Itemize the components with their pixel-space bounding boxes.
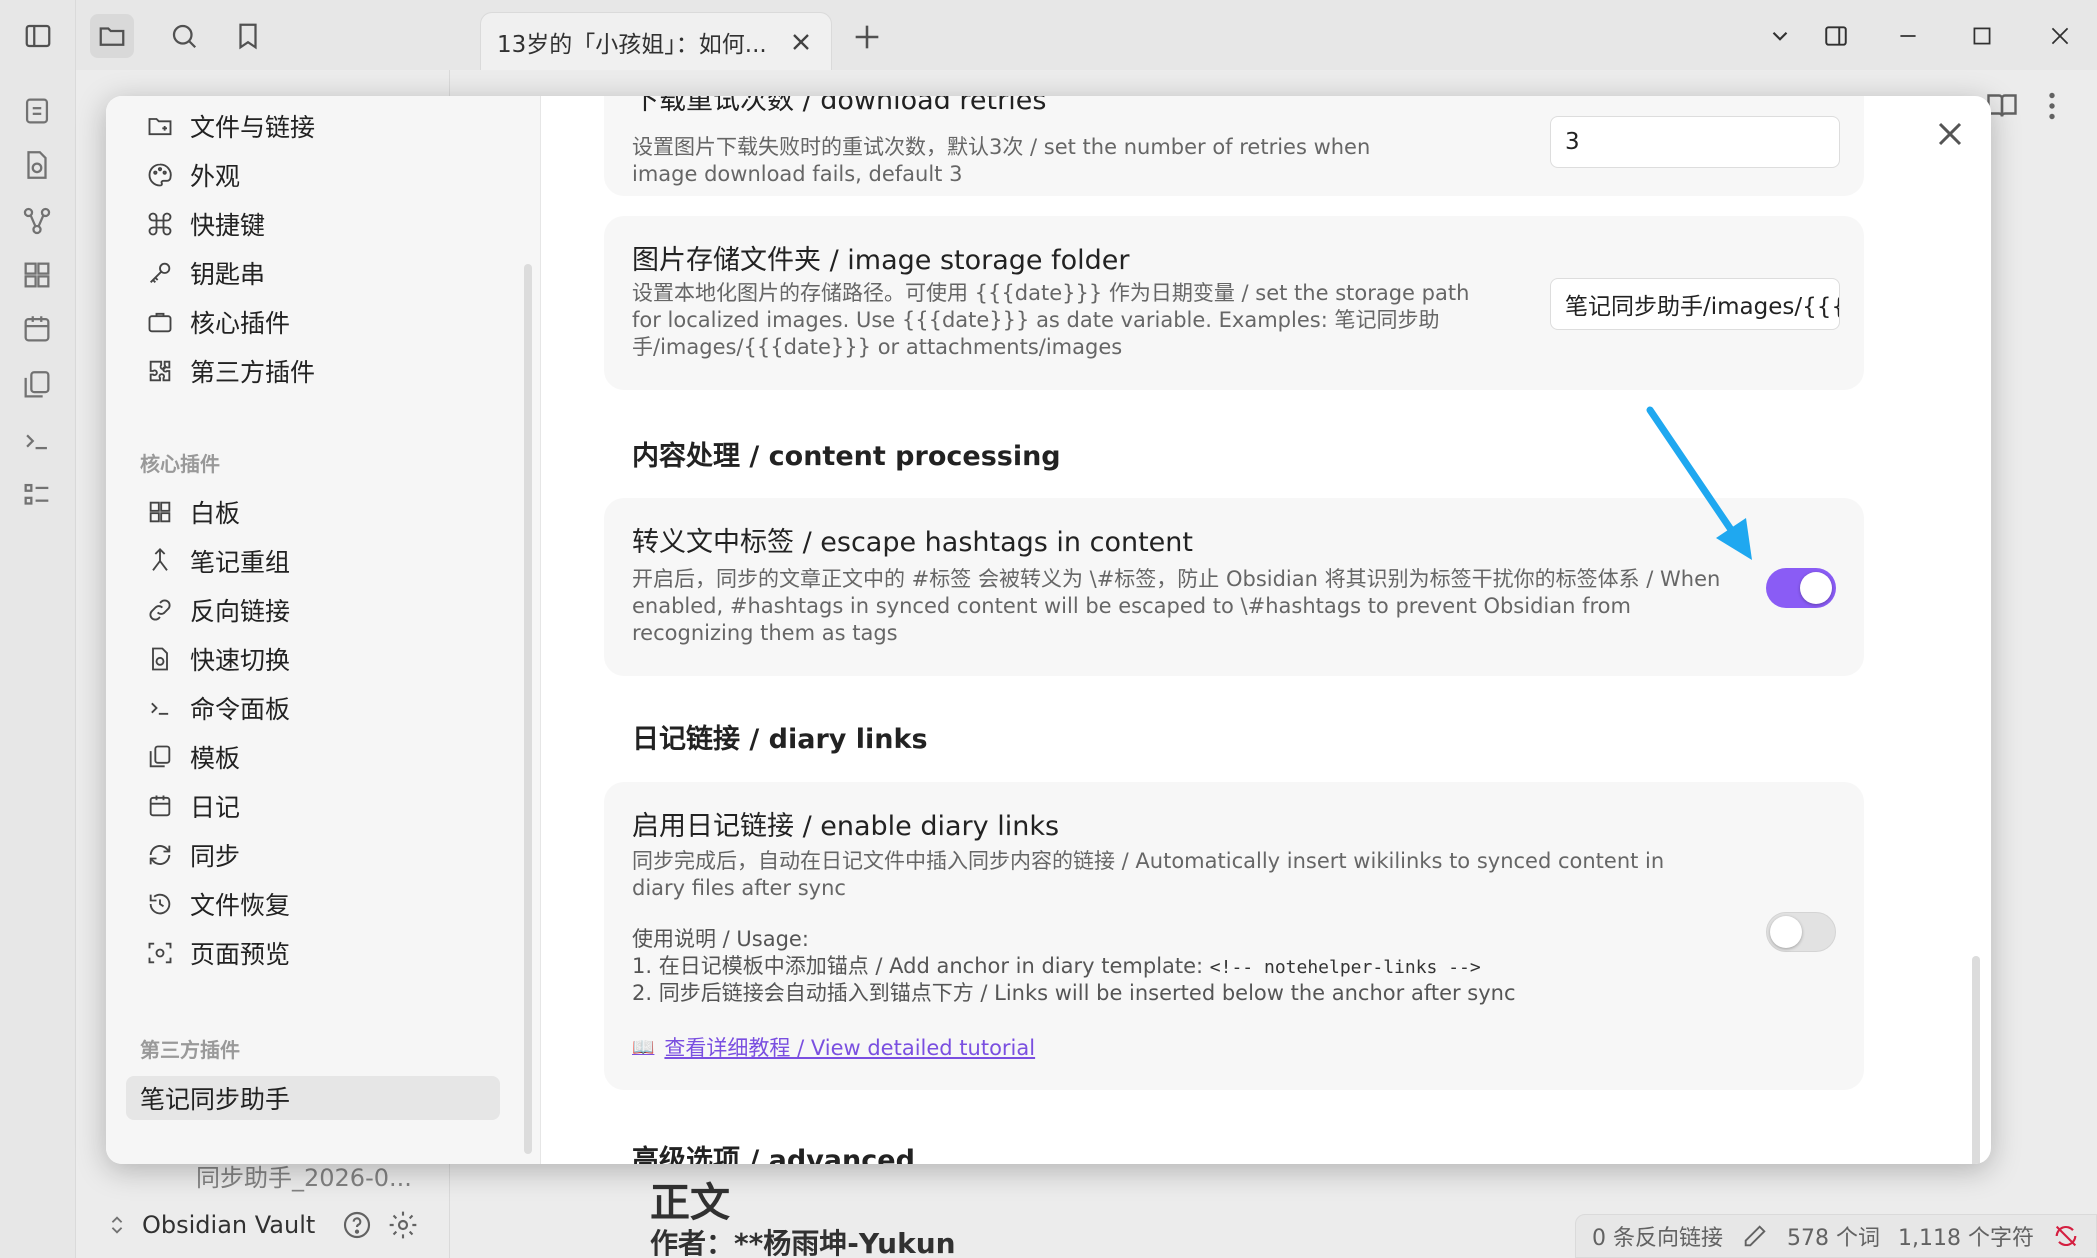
nav-templates[interactable]: 模板 [132, 735, 500, 779]
nav-label: 文件恢复 [190, 891, 291, 920]
file-search-icon [152, 647, 168, 671]
terminal-icon [151, 702, 169, 715]
content-scrollbar[interactable] [1972, 956, 1980, 1164]
command-icon [148, 212, 172, 236]
nav-canvas[interactable]: 白板 [132, 490, 500, 534]
nav-label: 核心插件 [190, 309, 291, 338]
section-advanced: 高级选项 / advanced [632, 1145, 915, 1164]
calendar-icon [149, 795, 171, 817]
backlink-icon [149, 599, 171, 621]
nav-label: 文件与链接 [190, 113, 316, 142]
nav-hotkeys[interactable]: 快捷键 [132, 202, 500, 246]
folder-link-icon [148, 118, 172, 136]
key-icon [150, 262, 171, 283]
merge-icon [152, 548, 168, 571]
tutorial-link-text[interactable]: 查看详细教程 / View detailed tutorial [664, 1032, 1035, 1062]
nav-page-preview[interactable]: 页面预览 [132, 931, 500, 975]
canvas-icon [149, 501, 171, 523]
nav-daily-notes[interactable]: 日记 [132, 784, 500, 828]
nav-label: 日记 [190, 793, 241, 822]
nav-command-palette[interactable]: 命令面板 [132, 686, 500, 730]
setting-image-storage: 图片存储文件夹 / image storage folder 设置本地化图片的存… [604, 216, 1864, 390]
history-icon [149, 893, 171, 915]
book-icon: 📖 [632, 1036, 655, 1058]
nav-scrollbar[interactable] [524, 264, 532, 1154]
nav-label: 页面预览 [190, 940, 291, 969]
nav-keychain[interactable]: 钥匙串 [132, 251, 500, 295]
setting-name: 启用日记链接 / enable diary links [632, 811, 1060, 842]
settings-nav: 文件与链接 外观 快捷键 钥匙串 核心插件 第三方插件 核心插件 白板 笔记重组… [106, 96, 541, 1164]
nav-label: 第三方插件 [190, 358, 316, 387]
palette-icon [148, 163, 172, 187]
nav-label: 反向链接 [190, 597, 291, 626]
tutorial-link[interactable]: 📖 查看详细教程 / View detailed tutorial [632, 1032, 1035, 1062]
nav-heading-community: 第三方插件 [140, 1038, 240, 1062]
nav-community-plugins[interactable]: 第三方插件 [132, 349, 500, 393]
nav-label: 笔记重组 [190, 548, 291, 577]
nav-label: 快速切换 [190, 646, 291, 675]
nav-file-recovery[interactable]: 文件恢复 [132, 882, 500, 926]
nav-note-composer[interactable]: 笔记重组 [132, 539, 500, 583]
settings-modal: 文件与链接 外观 快捷键 钥匙串 核心插件 第三方插件 核心插件 白板 笔记重组… [106, 96, 1991, 1164]
nav-backlinks[interactable]: 反向链接 [132, 588, 500, 632]
nav-notehelper-plugin[interactable]: 笔记同步助手 [126, 1076, 500, 1120]
storage-folder-input[interactable]: 笔记同步助手/images/{{{date}}} [1550, 278, 1840, 330]
section-diary-links: 日记链接 / diary links [632, 724, 928, 755]
briefcase-icon [148, 312, 172, 333]
nav-label: 模板 [190, 744, 241, 773]
nav-label: 白板 [190, 499, 241, 528]
settings-content: 下载重试次数 / download retries 设置图片下载失败时的重试次数… [542, 96, 1991, 1164]
nav-label: 钥匙串 [190, 260, 266, 289]
setting-description: 开启后，同步的文章正文中的 #标签 会被转义为 \#标签，防止 Obsidian… [632, 567, 1721, 645]
setting-description: 设置图片下载失败时的重试次数，默认3次 / set the number of … [632, 135, 1371, 186]
nav-label: 笔记同步助手 [140, 1085, 291, 1114]
setting-name: 图片存储文件夹 / image storage folder [632, 245, 1130, 276]
setting-description: 同步完成后，自动在日记文件中插入同步内容的链接 / Automatically … [632, 849, 1665, 900]
setting-name: 转义文中标签 / escape hashtags in content [632, 527, 1193, 558]
anchor-code: <!-- notehelper-links --> [1209, 957, 1481, 978]
nav-files-links[interactable]: 文件与链接 [132, 104, 500, 148]
usage-step-2: 2. 同步后链接会自动插入到锚点下方 / Links will be inser… [632, 981, 1516, 1005]
nav-label: 命令面板 [190, 695, 291, 724]
nav-appearance[interactable]: 外观 [132, 153, 500, 197]
puzzle-icon [149, 360, 171, 382]
usage-title: 使用说明 / Usage: [632, 927, 809, 951]
escape-hashtags-toggle[interactable] [1766, 568, 1836, 608]
setting-description: 设置本地化图片的存储路径。可使用 {{{date}}} 作为日期变量 / set… [632, 281, 1470, 359]
close-settings-icon[interactable] [1930, 114, 1970, 154]
diary-links-toggle[interactable] [1766, 912, 1836, 952]
section-content-processing: 内容处理 / content processing [632, 441, 1061, 472]
setting-name: 下载重试次数 / download retries [632, 96, 1047, 116]
nav-label: 外观 [190, 162, 241, 191]
copy-icon [149, 745, 171, 768]
annotation-arrow-icon [1646, 406, 1752, 560]
usage-step-1-text: 1. 在日记模板中添加锚点 / Add anchor in diary temp… [632, 954, 1210, 978]
setting-diary-links: 启用日记链接 / enable diary links 同步完成后，自动在日记文… [604, 782, 1864, 1090]
nav-label: 快捷键 [190, 211, 266, 240]
nav-heading-core: 核心插件 [140, 452, 220, 476]
nav-label: 同步 [190, 842, 241, 871]
nav-quick-switcher[interactable]: 快速切换 [132, 637, 500, 681]
usage-step-1: 1. 在日记模板中添加锚点 / Add anchor in diary temp… [632, 953, 1481, 981]
setting-download-retries: 下载重试次数 / download retries 设置图片下载失败时的重试次数… [604, 96, 1864, 196]
preview-icon [148, 942, 172, 964]
nav-sync[interactable]: 同步 [132, 833, 500, 877]
toggle-knob [1770, 916, 1802, 948]
nav-core-plugins[interactable]: 核心插件 [132, 300, 500, 344]
retries-input[interactable]: 3 [1550, 116, 1840, 168]
toggle-knob [1800, 572, 1832, 604]
sync-icon [149, 845, 171, 865]
